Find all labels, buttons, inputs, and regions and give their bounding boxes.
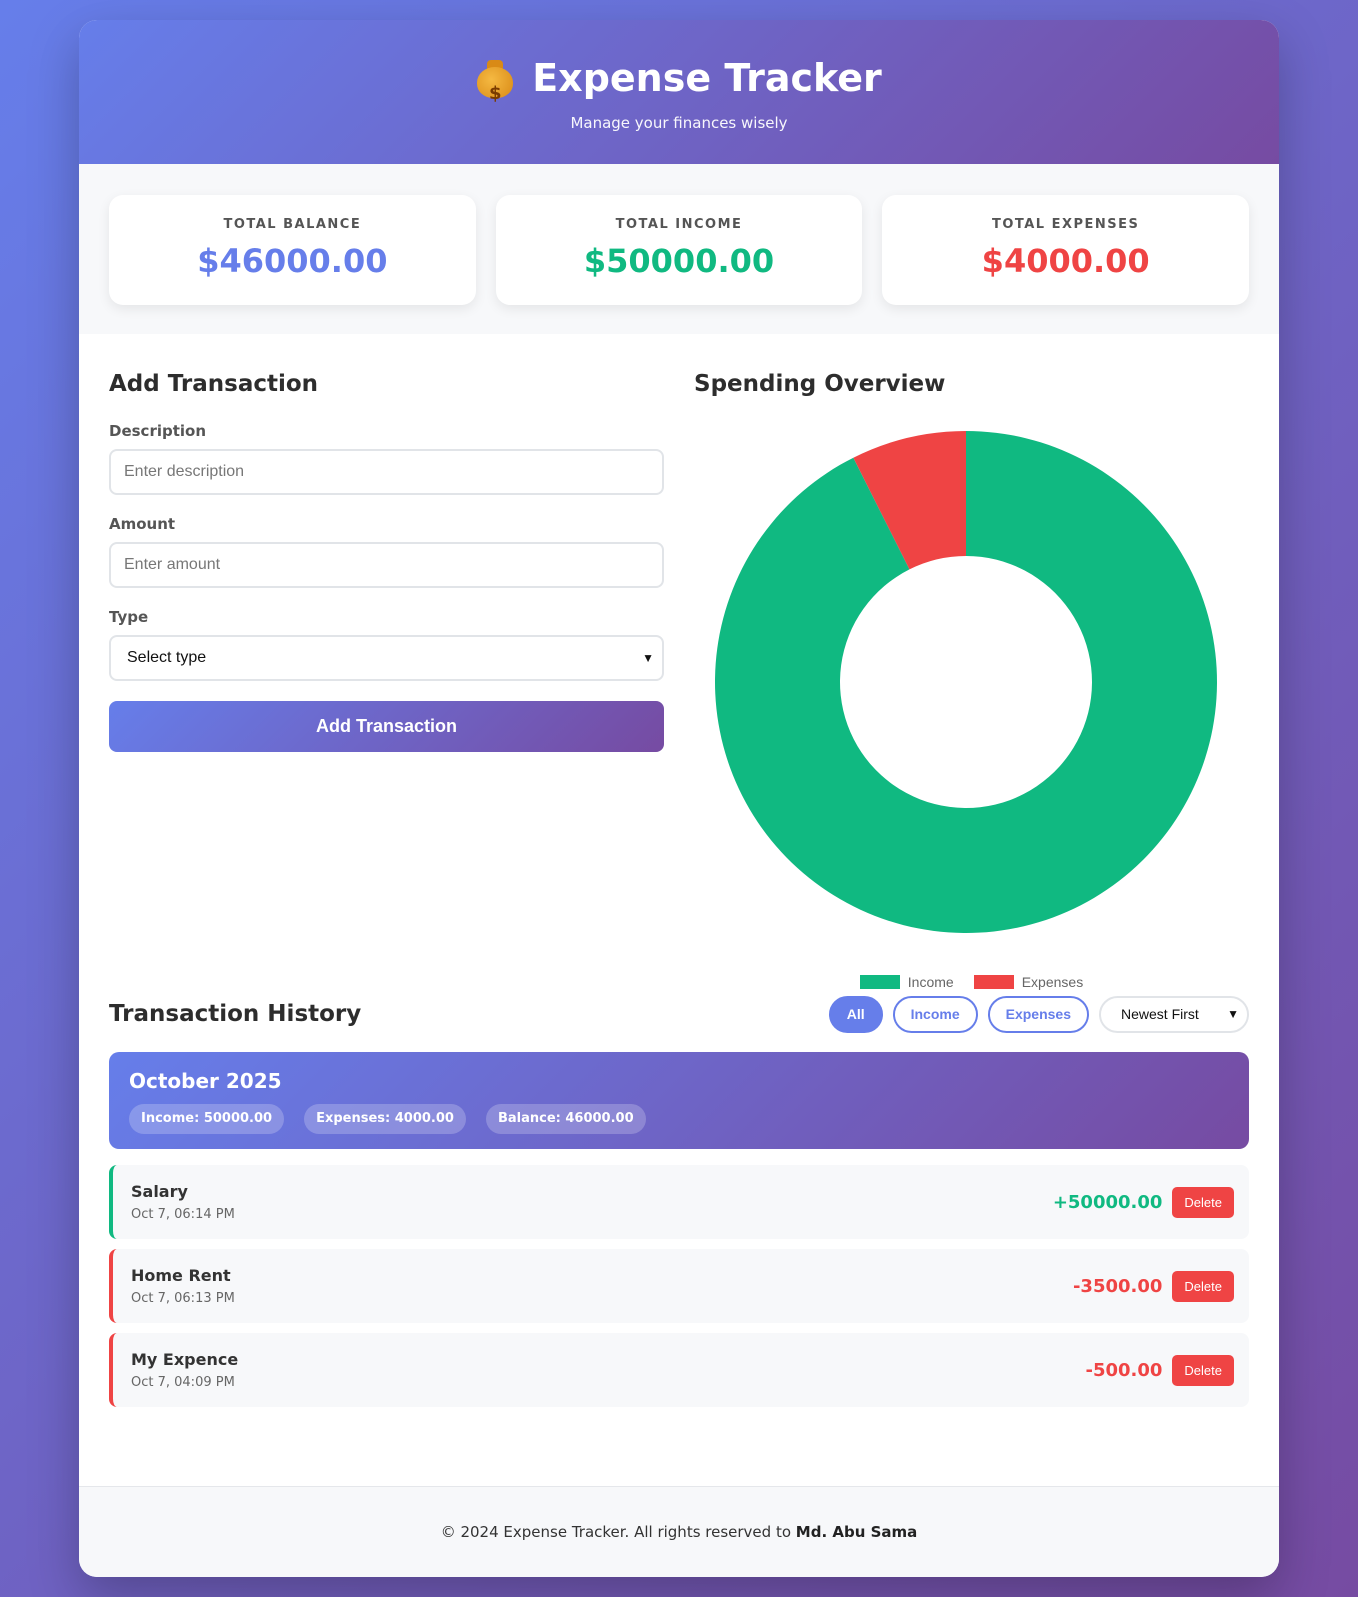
transaction-name: My Expence [131,1350,239,1369]
delete-button[interactable]: Delete [1172,1354,1234,1386]
sort-select[interactable]: Newest First ▼ [1099,995,1249,1033]
description-input[interactable] [109,449,664,495]
legend-swatch [973,975,1014,989]
month-expenses-badge: Expenses: 4000.00 [304,1104,466,1134]
page-footer: © 2024 Expense Tracker. All rights reser… [79,1486,1279,1577]
add-transaction-form: Add Transaction Description Amount Type … [109,370,664,994]
transaction-amount: -500.00 [1085,1359,1163,1381]
sort-select-value: Newest First [1121,1006,1199,1022]
delete-button[interactable]: Delete [1172,1270,1234,1302]
month-stats: Income: 50000.00 Expenses: 4000.00 Balan… [129,1104,1229,1134]
chevron-down-icon: ▼ [642,651,654,665]
app-container: $ Expense Tracker Manage your finances w… [79,20,1279,1577]
transaction-date: Oct 7, 04:09 PM [131,1375,235,1390]
month-title: October 2025 [129,1069,282,1093]
summary-section: TOTAL BALANCE $46000.00 TOTAL INCOME $50… [79,164,1279,334]
spending-overview: Spending Overview Income Expenses [694,370,1249,994]
transaction-amount: -3500.00 [1072,1275,1163,1297]
app-header: $ Expense Tracker Manage your finances w… [79,20,1279,164]
balance-value: $46000.00 [197,242,388,280]
legend-swatch [859,975,900,989]
delete-button[interactable]: Delete [1172,1186,1234,1218]
chart-title: Spending Overview [694,371,946,397]
app-title-row: $ Expense Tracker [79,56,1279,104]
doughnut-chart [715,431,1217,933]
description-label: Description [109,422,207,440]
transaction-date: Oct 7, 06:14 PM [131,1207,235,1222]
balance-card: TOTAL BALANCE $46000.00 [109,195,476,305]
transaction-item: Salary Oct 7, 06:14 PM +50000.00 Delete [109,1165,1249,1239]
income-label: TOTAL INCOME [615,217,743,232]
transaction-name: Home Rent [131,1266,231,1285]
transaction-date: Oct 7, 06:13 PM [131,1291,235,1306]
footer-author: Md. Abu Sama [795,1523,918,1541]
app-subtitle: Manage your finances wisely [570,114,788,132]
month-balance-badge: Balance: 46000.00 [485,1104,646,1134]
balance-label: TOTAL BALANCE [223,217,362,232]
filter-income-button[interactable]: Income [892,995,978,1033]
amount-input[interactable] [109,542,664,588]
form-title: Add Transaction [109,371,319,397]
transaction-name: Salary [131,1182,188,1201]
chart-legend: Income Expenses [694,974,1249,990]
legend-item-income[interactable]: Income [859,974,954,990]
app-title: Expense Tracker [532,56,882,100]
history-header: Transaction History All Income Expenses … [109,994,1249,1034]
history-filters: All Income Expenses Newest First ▼ [828,995,1249,1033]
expenses-value: $4000.00 [981,242,1150,280]
type-label: Type [109,608,149,626]
filter-expenses-button[interactable]: Expenses [987,995,1089,1033]
type-select-value: Select type [127,649,207,666]
expenses-card: TOTAL EXPENSES $4000.00 [882,195,1250,305]
transaction-item: My Expence Oct 7, 04:09 PM -500.00 Delet… [109,1333,1249,1407]
income-card: TOTAL INCOME $50000.00 [495,195,863,305]
transaction-amount: +50000.00 [1052,1191,1163,1213]
type-select[interactable]: Select type ▼ [109,635,664,681]
legend-label: Expenses [1021,974,1084,990]
main-section: Add Transaction Description Amount Type … [79,334,1279,994]
month-group-header: October 2025 Income: 50000.00 Expenses: … [109,1052,1249,1149]
history-title: Transaction History [109,1001,362,1027]
transaction-item: Home Rent Oct 7, 06:13 PM -3500.00 Delet… [109,1249,1249,1323]
legend-label: Income [907,974,954,990]
money-bag-icon: $ [476,58,514,104]
income-value: $50000.00 [583,242,775,280]
add-transaction-button[interactable]: Add Transaction [109,701,664,752]
amount-label: Amount [109,515,176,533]
month-income-badge: Income: 50000.00 [129,1104,285,1134]
expenses-label: TOTAL EXPENSES [991,217,1140,232]
chevron-down-icon: ▼ [1227,1007,1239,1021]
filter-all-button[interactable]: All [828,995,883,1033]
footer-text: © 2024 Expense Tracker. All rights reser… [440,1523,792,1541]
transaction-history: Transaction History All Income Expenses … [79,994,1279,1407]
legend-item-expenses[interactable]: Expenses [973,974,1084,990]
chart-area: Income Expenses [694,412,1249,992]
